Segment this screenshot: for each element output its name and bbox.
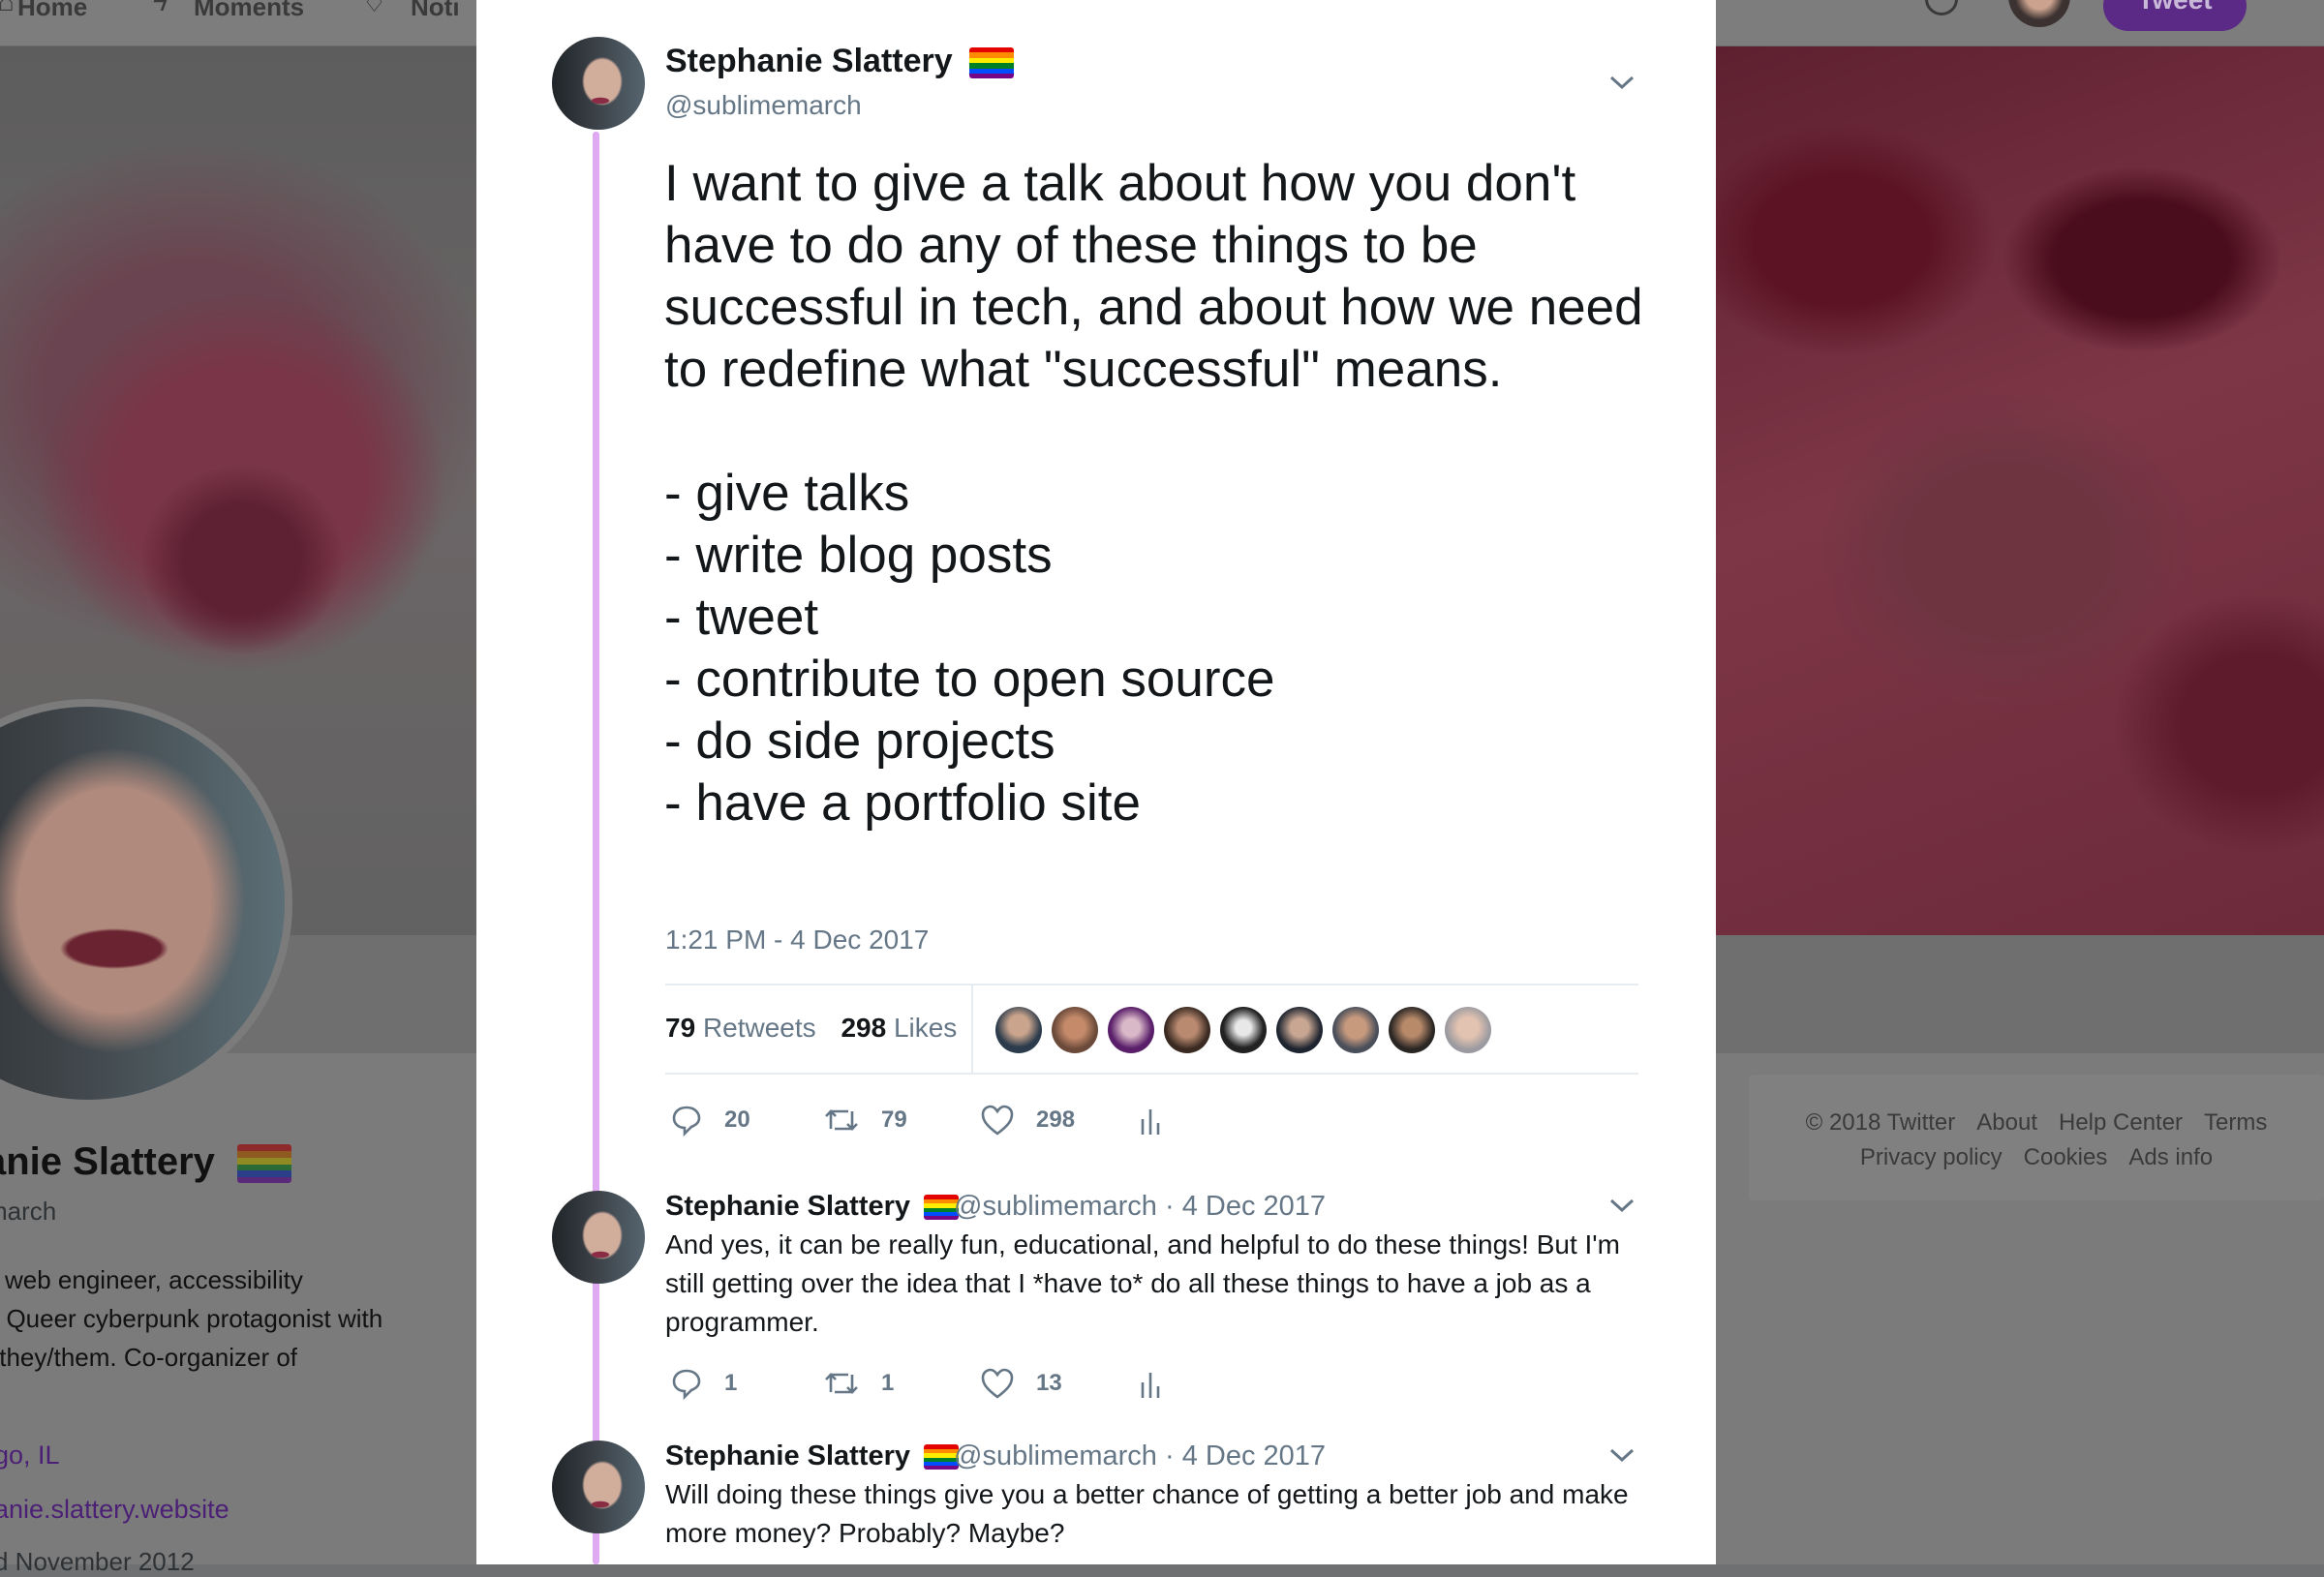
- liker-avatar[interactable]: [1220, 1007, 1267, 1053]
- like-button[interactable]: 13: [980, 1367, 1062, 1400]
- footer-links: © 2018 Twitter About Help Center Terms Priv…: [1749, 1075, 2324, 1200]
- nav-avatar[interactable]: [2008, 0, 2070, 27]
- nav-notifications[interactable]: Noti: [411, 0, 460, 22]
- profile-joined-date: d November 2012: [0, 1547, 195, 1576]
- heart-icon: [981, 1105, 1014, 1136]
- profile-bio: l web engineer, accessibility . Queer cy…: [0, 1265, 383, 1372]
- heart-icon: [981, 1368, 1014, 1399]
- stats-separator: [971, 986, 973, 1075]
- retweets-stat[interactable]: 79 Retweets: [665, 1013, 816, 1043]
- home-icon[interactable]: ⌂: [0, 0, 15, 17]
- profile-nav-strip-right: [1716, 935, 2324, 1053]
- like-button[interactable]: 298: [980, 1104, 1075, 1137]
- footer-ads-link[interactable]: Ads info: [2128, 1144, 2213, 1170]
- chevron-down-icon[interactable]: [1605, 1189, 1638, 1222]
- profile-location[interactable]: go, IL: [0, 1441, 60, 1471]
- reply-text: Will doing these things give you a bette…: [665, 1479, 1636, 1548]
- reply-handle[interactable]: @sublimemarch: [954, 1191, 1157, 1222]
- tweet-timestamp[interactable]: 1:21 PM - 4 Dec 2017: [665, 925, 929, 955]
- liker-avatar[interactable]: [1332, 1007, 1379, 1053]
- reply-author-avatar[interactable]: [552, 1441, 645, 1533]
- tweet-author-avatar[interactable]: [552, 37, 645, 130]
- reply-icon: [672, 1106, 701, 1137]
- retweet-button[interactable]: 79: [823, 1104, 907, 1137]
- footer-privacy-link[interactable]: Privacy policy: [1860, 1144, 2003, 1170]
- liker-avatar[interactable]: [1276, 1007, 1323, 1053]
- profile-name: anie Slattery: [0, 1140, 292, 1184]
- chevron-down-icon[interactable]: [1605, 1439, 1638, 1471]
- compose-tweet-button[interactable]: Tweet: [2103, 0, 2247, 31]
- tweet-text: I want to give a talk about how you don'…: [664, 155, 1643, 832]
- liker-avatar[interactable]: [1389, 1007, 1435, 1053]
- retweet-button[interactable]: 1: [823, 1367, 894, 1400]
- reply-author-name[interactable]: Stephanie Slattery: [665, 1441, 960, 1472]
- profile-banner-right: [1716, 46, 2324, 935]
- nav-moments[interactable]: Moments: [194, 0, 304, 22]
- footer-about-link[interactable]: About: [1976, 1109, 2037, 1136]
- reply-date[interactable]: · 4 Dec 2017: [1165, 1191, 1326, 1222]
- profile-handle: march: [0, 1197, 57, 1226]
- reply-text: And yes, it can be really fun, education…: [665, 1229, 1628, 1337]
- liker-avatar[interactable]: [995, 1007, 1042, 1053]
- liker-avatar[interactable]: [1445, 1007, 1491, 1053]
- lightning-icon[interactable]: ϟ: [153, 0, 168, 17]
- likes-stat[interactable]: 298 Likes: [841, 1013, 957, 1043]
- retweet-icon: [825, 1109, 858, 1131]
- tweet-author-handle[interactable]: @sublimemarch: [665, 90, 862, 121]
- tweet-stats: 79 Retweets 298 Likes: [665, 1013, 957, 1044]
- stats-bottom-divider: [665, 1073, 1638, 1075]
- liker-avatar[interactable]: [1164, 1007, 1210, 1053]
- footer-copyright: © 2018 Twitter: [1805, 1109, 1956, 1136]
- reply-button[interactable]: 1: [670, 1367, 737, 1400]
- chevron-down-icon[interactable]: [1605, 66, 1638, 99]
- tweet-author-name[interactable]: Stephanie Slattery: [665, 43, 1015, 80]
- stats-top-divider: [665, 984, 1638, 986]
- rainbow-flag-icon: [237, 1144, 292, 1184]
- footer-cookies-link[interactable]: Cookies: [2024, 1144, 2108, 1170]
- bell-icon[interactable]: ♢: [362, 0, 386, 18]
- reply-author-avatar[interactable]: [552, 1191, 645, 1284]
- analytics-icon[interactable]: [1139, 1106, 1162, 1137]
- reply-icon: [672, 1369, 701, 1400]
- reply-meta: @sublimemarch · 4 Dec 2017: [954, 1441, 1326, 1472]
- liker-avatar[interactable]: [1108, 1007, 1154, 1053]
- reply-date[interactable]: · 4 Dec 2017: [1165, 1441, 1326, 1471]
- rainbow-flag-icon: [969, 47, 1015, 78]
- reply-button[interactable]: 20: [670, 1104, 750, 1137]
- reply-author-name[interactable]: Stephanie Slattery: [665, 1191, 960, 1223]
- profile-website-link[interactable]: anie.slattery.website: [0, 1495, 229, 1525]
- analytics-icon[interactable]: [1139, 1369, 1162, 1400]
- reply-handle[interactable]: @sublimemarch: [954, 1441, 1157, 1471]
- thread-connector-line: [593, 132, 599, 1564]
- retweet-icon: [825, 1373, 858, 1394]
- footer-terms-link[interactable]: Terms: [2204, 1109, 2267, 1136]
- reply-meta: @sublimemarch · 4 Dec 2017: [954, 1191, 1326, 1223]
- nav-home[interactable]: Home: [17, 0, 87, 22]
- footer-help-link[interactable]: Help Center: [2059, 1109, 2183, 1136]
- search-icon[interactable]: [1925, 0, 1958, 15]
- liker-avatar[interactable]: [1052, 1007, 1098, 1053]
